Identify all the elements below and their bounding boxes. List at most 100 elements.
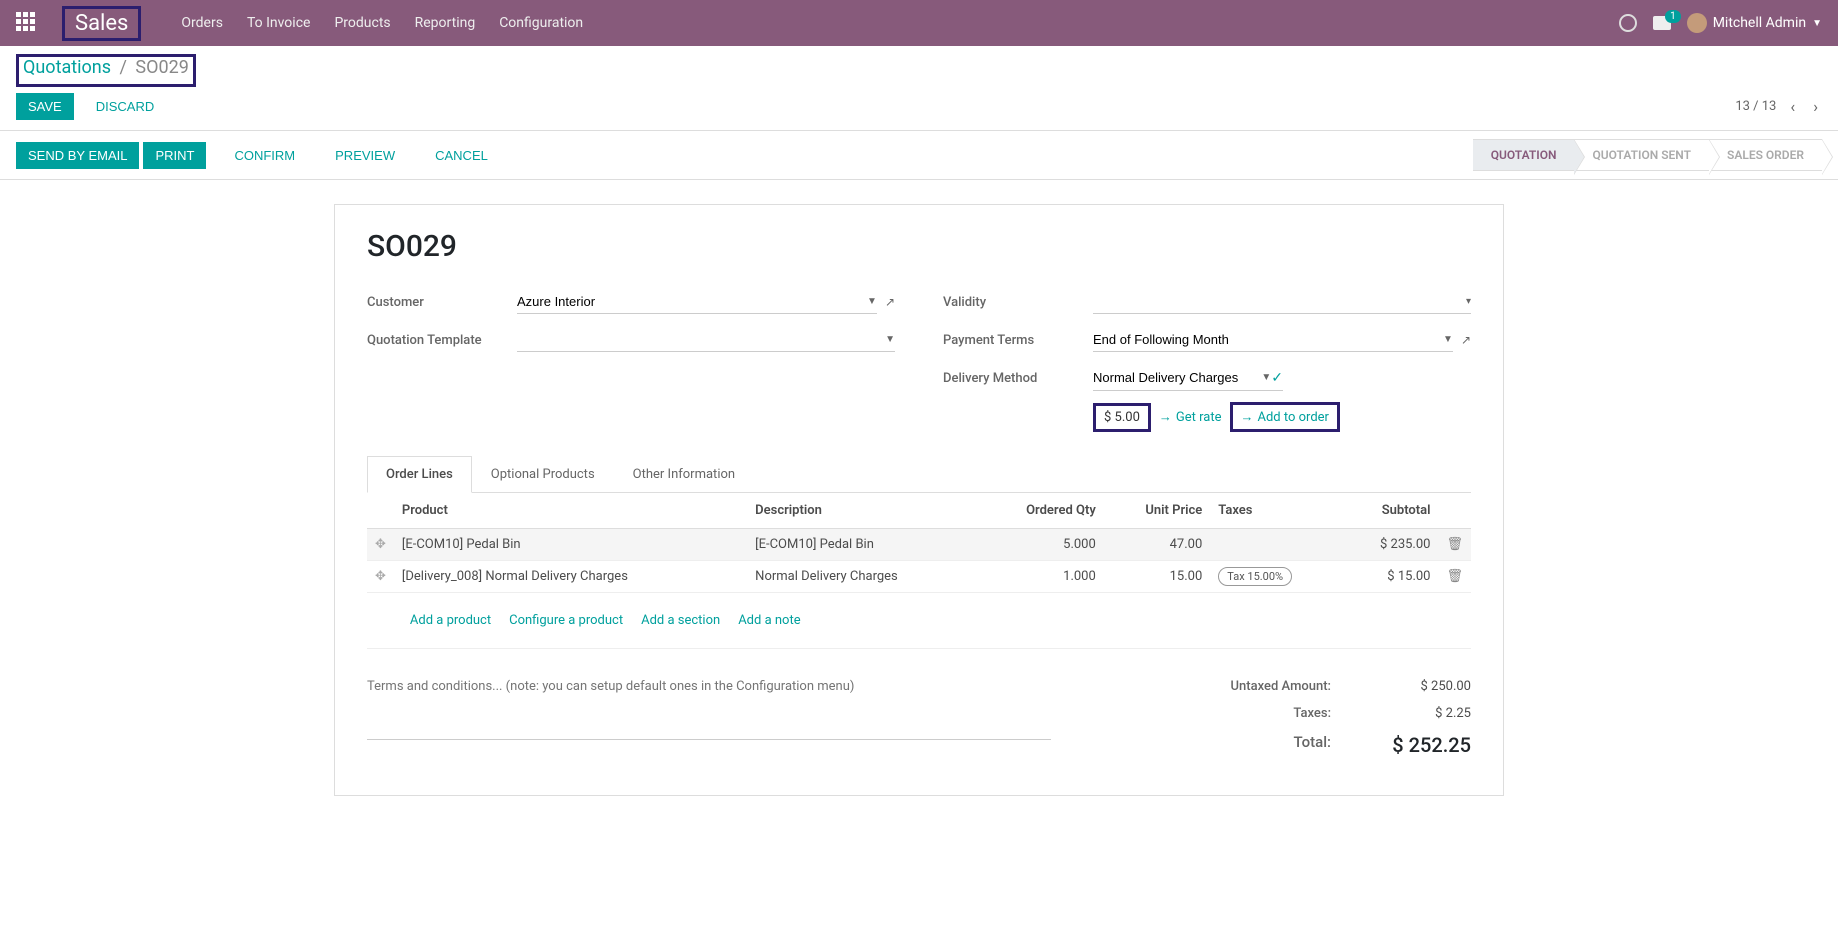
cell-unit-price[interactable]: 47.00 xyxy=(1104,529,1210,561)
send-email-button[interactable]: SEND BY EMAIL xyxy=(16,142,139,169)
add-section-link[interactable]: Add a section xyxy=(641,613,720,628)
arrow-right-icon: → xyxy=(1159,409,1172,425)
cell-subtotal: $ 235.00 xyxy=(1341,529,1438,561)
add-product-link[interactable]: Add a product xyxy=(410,613,491,628)
print-button[interactable]: PRINT xyxy=(143,142,206,169)
col-qty: Ordered Qty xyxy=(979,493,1104,529)
totals: Untaxed Amount: $ 250.00 Taxes: $ 2.25 T… xyxy=(1091,673,1471,763)
status-sales-order[interactable]: SALES ORDER xyxy=(1709,139,1822,171)
col-unit-price: Unit Price xyxy=(1104,493,1210,529)
terms-field[interactable] xyxy=(367,673,1051,740)
preview-button[interactable]: PREVIEW xyxy=(323,142,407,169)
dropdown-icon[interactable]: ▾ xyxy=(1466,296,1471,307)
table-row[interactable]: ✥ [Delivery_008] Normal Delivery Charges… xyxy=(367,561,1471,593)
cell-product[interactable]: [Delivery_008] Normal Delivery Charges xyxy=(394,561,747,593)
add-note-link[interactable]: Add a note xyxy=(738,613,800,628)
customer-field[interactable]: ▼ xyxy=(517,290,877,314)
brand-label[interactable]: Sales xyxy=(75,11,128,36)
label-delivery-method: Delivery Method xyxy=(943,371,1093,386)
untaxed-label: Untaxed Amount: xyxy=(1091,679,1331,694)
dropdown-icon[interactable]: ▼ xyxy=(867,296,877,307)
validity-input[interactable] xyxy=(1093,294,1462,309)
breadcrumb-parent[interactable]: Quotations xyxy=(23,57,111,78)
cancel-button[interactable]: CANCEL xyxy=(423,142,500,169)
pager-prev-icon[interactable]: ‹ xyxy=(1786,93,1799,120)
avatar xyxy=(1687,13,1707,33)
terms-textarea[interactable] xyxy=(367,679,1051,729)
pager: 13 / 13 ‹ › xyxy=(1735,93,1822,120)
cell-taxes[interactable] xyxy=(1210,529,1341,561)
cell-taxes[interactable]: Tax 15.00% xyxy=(1210,561,1341,593)
confirm-button[interactable]: CONFIRM xyxy=(222,142,307,169)
cell-qty[interactable]: 5.000 xyxy=(979,529,1104,561)
cell-qty[interactable]: 1.000 xyxy=(979,561,1104,593)
discard-button[interactable]: DISCARD xyxy=(84,93,167,120)
menu-configuration[interactable]: Configuration xyxy=(499,15,583,31)
order-lines-table: Product Description Ordered Qty Unit Pri… xyxy=(367,493,1471,649)
pager-next-icon[interactable]: › xyxy=(1809,93,1822,120)
label-payment-terms: Payment Terms xyxy=(943,333,1093,348)
menu-products[interactable]: Products xyxy=(334,15,390,31)
dropdown-icon[interactable]: ▼ xyxy=(885,334,895,345)
save-button[interactable]: SAVE xyxy=(16,93,74,120)
table-row[interactable]: ✥ [E-COM10] Pedal Bin [E-COM10] Pedal Bi… xyxy=(367,529,1471,561)
label-template: Quotation Template xyxy=(367,333,517,348)
cell-product[interactable]: [E-COM10] Pedal Bin xyxy=(394,529,747,561)
cell-description[interactable]: Normal Delivery Charges xyxy=(747,561,978,593)
drag-handle-icon[interactable]: ✥ xyxy=(367,561,394,593)
cell-description[interactable]: [E-COM10] Pedal Bin xyxy=(747,529,978,561)
record-title: SO029 xyxy=(367,229,1471,264)
breadcrumb: Quotations / SO029 xyxy=(23,57,189,78)
col-description: Description xyxy=(747,493,978,529)
cell-unit-price[interactable]: 15.00 xyxy=(1104,561,1210,593)
status-quotation[interactable]: QUOTATION xyxy=(1473,139,1575,171)
total-value: $ 252.25 xyxy=(1371,733,1471,757)
activity-icon[interactable] xyxy=(1619,14,1637,32)
dropdown-icon[interactable]: ▼ xyxy=(1261,372,1271,383)
customer-input[interactable] xyxy=(517,294,863,309)
external-link-icon[interactable]: ↗ xyxy=(885,295,895,309)
validity-field[interactable]: ▾ xyxy=(1093,290,1471,314)
col-subtotal: Subtotal xyxy=(1341,493,1438,529)
tab-order-lines[interactable]: Order Lines xyxy=(367,456,472,493)
pager-text: 13 / 13 xyxy=(1735,99,1776,114)
delivery-method-field[interactable]: ▼ ✓ xyxy=(1093,366,1283,391)
tabs: Order Lines Optional Products Other Info… xyxy=(367,456,1471,493)
dropdown-icon[interactable]: ▼ xyxy=(1443,334,1453,345)
add-to-order-highlight: → Add to order xyxy=(1230,402,1340,432)
messaging-icon[interactable]: 1 xyxy=(1653,16,1671,30)
get-rate-link[interactable]: → Get rate xyxy=(1159,409,1222,425)
menu-to-invoice[interactable]: To Invoice xyxy=(247,15,311,31)
delivery-method-input[interactable] xyxy=(1093,370,1257,385)
label-validity: Validity xyxy=(943,295,1093,310)
template-input[interactable] xyxy=(517,332,881,347)
configure-product-link[interactable]: Configure a product xyxy=(509,613,623,628)
taxes-value: $ 2.25 xyxy=(1371,706,1471,721)
cell-subtotal: $ 15.00 xyxy=(1341,561,1438,593)
drag-handle-icon[interactable]: ✥ xyxy=(367,529,394,561)
total-label: Total: xyxy=(1091,733,1331,757)
add-to-order-link[interactable]: → Add to order xyxy=(1241,409,1329,425)
breadcrumb-highlight: Quotations / SO029 xyxy=(16,54,196,87)
apps-icon[interactable] xyxy=(16,12,38,34)
status-sent[interactable]: QUOTATION SENT xyxy=(1574,139,1709,171)
menu-reporting[interactable]: Reporting xyxy=(415,15,476,31)
col-taxes: Taxes xyxy=(1210,493,1341,529)
tax-badge: Tax 15.00% xyxy=(1218,567,1292,586)
menu-orders[interactable]: Orders xyxy=(181,15,223,31)
label-customer: Customer xyxy=(367,295,517,310)
payment-terms-field[interactable]: ▼ xyxy=(1093,328,1453,352)
user-menu[interactable]: Mitchell Admin ▼ xyxy=(1687,13,1822,33)
template-field[interactable]: ▼ xyxy=(517,328,895,352)
check-icon: ✓ xyxy=(1271,370,1283,386)
user-name: Mitchell Admin xyxy=(1713,15,1806,31)
tab-other-info[interactable]: Other Information xyxy=(614,456,754,492)
delete-row-icon[interactable]: 🗑 xyxy=(1438,529,1471,561)
navbar: Sales Orders To Invoice Products Reporti… xyxy=(0,0,1838,46)
col-product: Product xyxy=(394,493,747,529)
breadcrumb-current: SO029 xyxy=(135,57,188,78)
external-link-icon[interactable]: ↗ xyxy=(1461,333,1471,347)
delete-row-icon[interactable]: 🗑 xyxy=(1438,561,1471,593)
tab-optional-products[interactable]: Optional Products xyxy=(472,456,614,492)
payment-terms-input[interactable] xyxy=(1093,332,1439,347)
